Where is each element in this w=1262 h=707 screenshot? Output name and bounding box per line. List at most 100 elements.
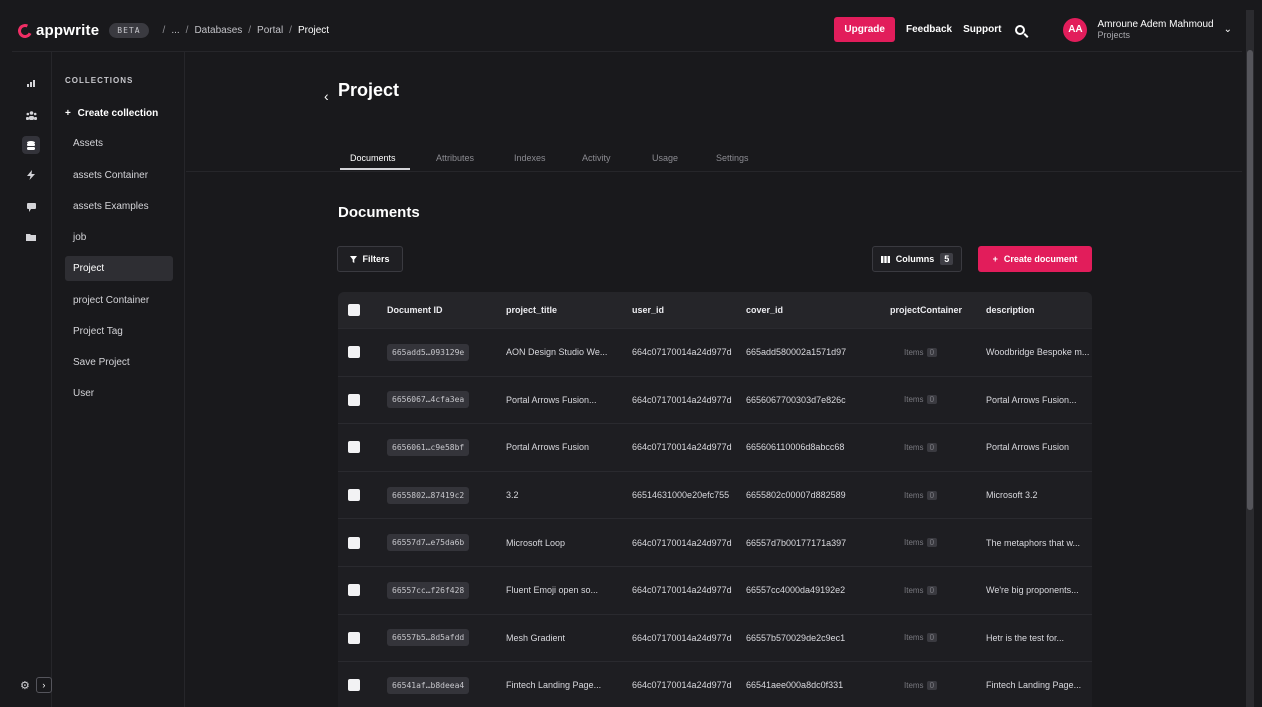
- document-id-badge[interactable]: 66541af…b8deea4: [387, 676, 470, 694]
- appwrite-logo[interactable]: appwrite: [16, 21, 100, 40]
- row-checkbox[interactable]: [348, 679, 360, 692]
- tab-activity[interactable]: Activity: [582, 153, 611, 163]
- user-menu[interactable]: Amroune Adem Mahmoud Projects: [1097, 19, 1213, 41]
- document-id-cell: 66557b5…8d5afdd: [387, 615, 470, 662]
- database-icon[interactable]: [22, 136, 40, 154]
- items-relation-badge[interactable]: Items 0: [904, 490, 938, 500]
- main-content: ‹ Project Documents Attributes Indexes A…: [186, 52, 1242, 707]
- tab-attributes[interactable]: Attributes: [436, 153, 474, 163]
- breadcrumb-databases[interactable]: Databases: [194, 25, 242, 36]
- row-checkbox[interactable]: [348, 441, 360, 454]
- items-relation-badge[interactable]: Items 0: [904, 680, 938, 690]
- collection-item-save-project[interactable]: Save Project: [65, 350, 173, 375]
- project-title-cell: AON Design Studio We...: [506, 347, 608, 358]
- document-id-badge[interactable]: 66557b5…8d5afdd: [387, 629, 470, 647]
- chevron-down-icon[interactable]: ⌄: [1224, 24, 1232, 35]
- collection-item-assets[interactable]: Assets: [65, 131, 173, 156]
- project-title-cell: Portal Arrows Fusion: [506, 442, 590, 453]
- row-checkbox[interactable]: [348, 346, 360, 359]
- table-row[interactable]: 66557b5…8d5afdd Mesh Gradient 664c07170014…: [338, 613, 1092, 662]
- support-button[interactable]: Support: [963, 24, 1001, 35]
- collection-item-job[interactable]: job: [65, 225, 173, 250]
- column-header-project-title[interactable]: project_title: [506, 292, 557, 328]
- items-relation-badge[interactable]: Items 0: [904, 538, 938, 548]
- users-icon[interactable]: [22, 106, 40, 124]
- items-relation-badge[interactable]: Items 0: [904, 347, 938, 357]
- row-select-cell: [348, 377, 360, 424]
- column-header-description[interactable]: description: [986, 292, 1035, 328]
- row-checkbox[interactable]: [348, 489, 360, 502]
- avatar[interactable]: AA: [1063, 17, 1088, 42]
- breadcrumb-ellipsis[interactable]: ...: [171, 25, 179, 36]
- brand-name: appwrite: [36, 22, 100, 39]
- row-select-cell: [348, 662, 360, 707]
- document-id-badge[interactable]: 66557d7…e75da6b: [387, 534, 470, 552]
- table-row[interactable]: 6656061…c9e58bf Portal Arrows Fusion 664c0…: [338, 423, 1092, 471]
- tab-usage[interactable]: Usage: [652, 153, 678, 163]
- document-id-badge[interactable]: 6656067…4cfa3ea: [387, 391, 470, 409]
- chart-icon[interactable]: [22, 74, 40, 92]
- filters-button[interactable]: Filters: [337, 246, 403, 272]
- project-title-cell: Fluent Emoji open so...: [506, 585, 599, 596]
- description-cell: The metaphors that w...: [986, 537, 1081, 548]
- document-id-badge[interactable]: 6655802…87419c2: [387, 486, 470, 504]
- storage-icon[interactable]: [22, 228, 40, 246]
- items-count: 0: [926, 633, 938, 643]
- items-relation-badge[interactable]: Items 0: [904, 633, 938, 643]
- create-collection-button[interactable]: + Create collection: [65, 108, 158, 119]
- create-document-button[interactable]: + Create document: [978, 246, 1092, 272]
- collection-item-assets-examples[interactable]: assets Examples: [65, 194, 173, 219]
- user-id-cell: 66514631000e20efc755: [632, 490, 730, 501]
- feedback-button[interactable]: Feedback: [906, 24, 952, 35]
- collection-item-assets-container[interactable]: assets Container: [65, 163, 173, 188]
- row-checkbox[interactable]: [348, 584, 360, 597]
- tab-settings[interactable]: Settings: [716, 153, 749, 163]
- document-id-badge[interactable]: 665add5…093129e: [387, 343, 470, 361]
- document-id-badge[interactable]: 6656061…c9e58bf: [387, 438, 470, 456]
- scrollbar-thumb[interactable]: [1247, 50, 1253, 510]
- row-checkbox[interactable]: [348, 393, 360, 406]
- column-header-project-container[interactable]: projectContainer: [890, 292, 962, 328]
- row-checkbox[interactable]: [348, 536, 360, 549]
- expand-sidebar-button[interactable]: ›: [35, 677, 52, 693]
- upgrade-button[interactable]: Upgrade: [834, 17, 895, 42]
- gear-icon[interactable]: ⚙: [20, 679, 30, 692]
- search-icon[interactable]: [1015, 24, 1026, 35]
- document-id-badge[interactable]: 66557cc…f26f428: [387, 581, 470, 599]
- table-row[interactable]: 66541af…b8deea4 Fintech Landing Page... 66…: [338, 661, 1092, 707]
- items-relation-badge[interactable]: Items 0: [904, 442, 938, 452]
- collection-item-project-tag[interactable]: Project Tag: [65, 319, 173, 344]
- table-row[interactable]: 6655802…87419c2 3.2 66514631000e20efc755 66…: [338, 470, 1092, 519]
- project-container-cell: Items 0: [904, 377, 938, 424]
- breadcrumb-portal[interactable]: Portal: [257, 25, 283, 36]
- breadcrumb-project[interactable]: Project: [298, 25, 329, 36]
- messaging-icon[interactable]: [22, 198, 40, 216]
- columns-count-badge: 5: [940, 253, 954, 265]
- table-row[interactable]: 66557d7…e75da6b Microsoft Loop 664c0717001…: [338, 518, 1092, 566]
- tab-indexes[interactable]: Indexes: [514, 153, 546, 163]
- column-header-user-id[interactable]: user_id: [632, 292, 664, 328]
- page-scrollbar[interactable]: [1246, 10, 1254, 707]
- tab-documents[interactable]: Documents: [350, 153, 396, 163]
- columns-button[interactable]: Columns 5: [872, 246, 962, 272]
- items-relation-badge[interactable]: Items 0: [904, 395, 938, 405]
- table-row[interactable]: 66557cc…f26f428 Fluent Emoji open so... 66…: [338, 566, 1092, 614]
- items-relation-badge[interactable]: Items 0: [904, 585, 938, 595]
- select-all-checkbox[interactable]: [348, 304, 360, 316]
- table-row[interactable]: 665add5…093129e AON Design Studio We... 66…: [338, 328, 1092, 376]
- functions-icon[interactable]: [22, 166, 40, 184]
- collection-item-project[interactable]: Project: [65, 256, 173, 281]
- items-label: Items: [904, 633, 924, 643]
- cover-id-cell: 66557b570029de2c9ec1: [746, 632, 846, 643]
- column-header-cover-id[interactable]: cover_id: [746, 292, 783, 328]
- row-select-cell: [348, 329, 360, 376]
- table-row[interactable]: 6656067…4cfa3ea Portal Arrows Fusion... 66…: [338, 375, 1092, 424]
- collection-item-user[interactable]: User: [65, 381, 173, 406]
- back-chevron-icon[interactable]: ‹: [324, 88, 329, 104]
- column-header-document-id[interactable]: Document ID: [387, 292, 443, 328]
- cover-id-cell: 6655802c00007d882589: [746, 490, 846, 501]
- row-checkbox[interactable]: [348, 631, 360, 644]
- project-title-cell: 3.2: [506, 490, 519, 501]
- cover-id-cell: 6656067700303d7e826c: [746, 394, 846, 405]
- collection-item-project-container[interactable]: project Container: [65, 288, 173, 313]
